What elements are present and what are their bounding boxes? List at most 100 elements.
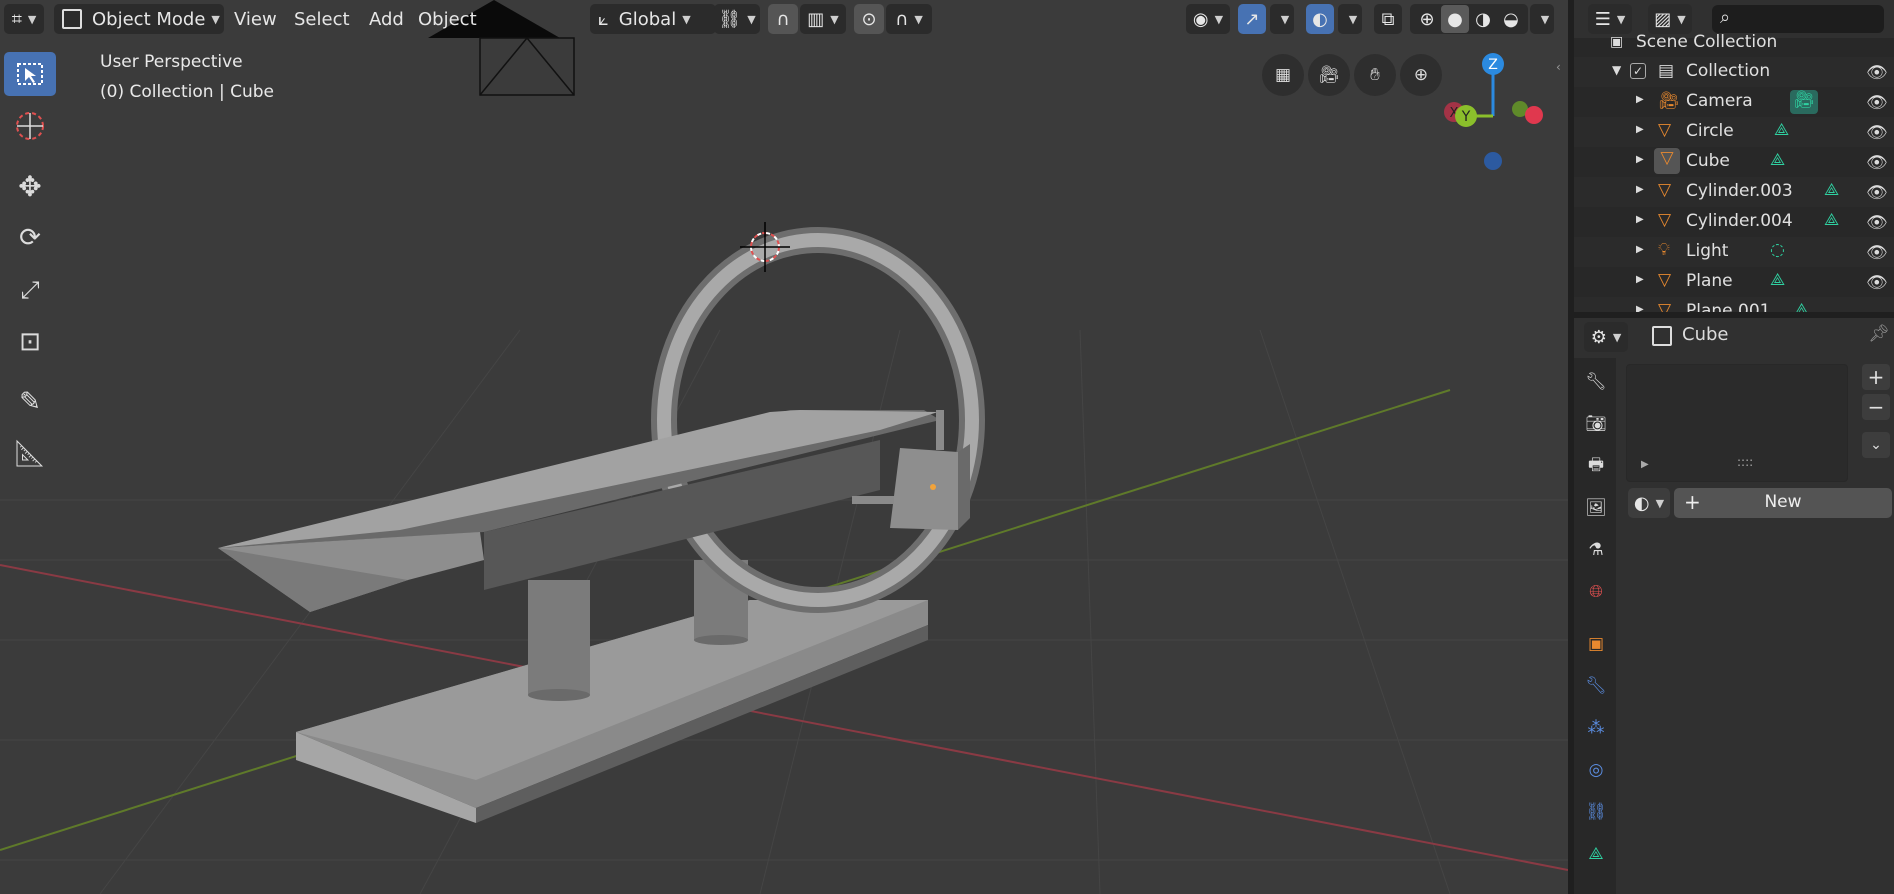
menu-select[interactable]: Select — [286, 4, 358, 34]
expand-triangle-icon[interactable]: ▶ — [1641, 459, 1649, 470]
tab-tool[interactable]: 🔧︎ — [1578, 364, 1614, 400]
shading-dropdown[interactable]: ▼ — [1530, 4, 1554, 34]
tab-data[interactable]: ⟁ — [1578, 836, 1614, 872]
gizmo-toggle[interactable]: ↗ — [1238, 4, 1266, 34]
eye-icon[interactable]: 👁︎ — [1866, 213, 1888, 233]
outliner-item-cylinder-003[interactable]: ▶ ▽ Cylinder.003 ⟁ 👁︎ — [1574, 177, 1894, 207]
outliner-scene-collection[interactable]: ▣ Scene Collection — [1574, 30, 1894, 60]
eye-icon[interactable]: 👁︎ — [1866, 123, 1888, 143]
tab-view-layer[interactable]: 🖼︎ — [1578, 490, 1614, 526]
tab-object[interactable]: ▣ — [1578, 626, 1614, 662]
pivot-point-button[interactable]: ⛓ ▼ — [714, 4, 760, 34]
move-tool[interactable]: ✥ — [4, 164, 56, 208]
outliner-icon: ☰ — [1594, 8, 1611, 30]
gizmo-dropdown[interactable]: ▼ — [1270, 4, 1294, 34]
mesh-data-icon[interactable]: ⟁ — [1774, 120, 1789, 140]
snap-target-button[interactable]: ▥ ▼ — [800, 4, 846, 34]
outliner-item-circle[interactable]: ▶ ▽ Circle ⟁ 👁︎ — [1574, 117, 1894, 147]
camera-view-button[interactable]: 🎥︎ — [1308, 54, 1350, 96]
scale-tool[interactable]: ⤢ — [4, 268, 56, 312]
annotate-tool[interactable]: ✎ — [4, 380, 56, 424]
tab-render[interactable]: 📷︎ — [1578, 406, 1614, 442]
new-material-button[interactable]: + New — [1674, 488, 1892, 518]
tab-particles[interactable]: ⁂ — [1578, 710, 1614, 746]
navigation-gizmo[interactable]: Z X Y — [1430, 46, 1560, 176]
disclosure-closed-icon[interactable]: ▶ — [1636, 184, 1644, 195]
add-slot-button[interactable]: + — [1862, 364, 1890, 390]
tab-output[interactable]: 🖶︎ — [1578, 448, 1614, 484]
editor-type-button[interactable]: ⌗ ▼ — [4, 4, 44, 34]
tab-world[interactable]: 🌐︎ — [1578, 574, 1614, 610]
outliner-item-light[interactable]: ▶ 💡︎ Light ◌ 👁︎ — [1574, 237, 1894, 267]
cursor-tool[interactable] — [4, 104, 56, 148]
proportional-edit-toggle[interactable]: ⊙ — [854, 4, 884, 34]
material-shading-icon[interactable]: ◑ — [1469, 9, 1497, 30]
camera-data-icon[interactable]: 🎥︎ — [1790, 90, 1818, 114]
eye-icon[interactable]: 👁︎ — [1866, 153, 1888, 173]
disclosure-closed-icon[interactable]: ▶ — [1636, 124, 1644, 135]
eye-icon[interactable]: 👁︎ — [1866, 183, 1888, 203]
sidebar-toggle-icon[interactable]: ‹ — [1556, 60, 1561, 74]
mesh-data-icon[interactable]: ⟁ — [1770, 150, 1785, 170]
tab-modifiers[interactable]: 🔧︎ — [1578, 668, 1614, 704]
disclosure-open-icon[interactable]: ▼ — [1612, 63, 1621, 77]
disclosure-closed-icon[interactable]: ▶ — [1636, 304, 1644, 312]
outliner-search-input[interactable]: ⌕ — [1712, 5, 1884, 33]
pan-view-button[interactable]: ✋︎ — [1354, 54, 1396, 96]
outliner-item-plane-001[interactable]: ▶ ▽ Plane.001 ⟁ — [1574, 297, 1894, 312]
rendered-shading-icon[interactable]: ◒ — [1497, 9, 1525, 30]
mesh-data-icon[interactable]: ⟁ — [1770, 270, 1785, 290]
remove-slot-button[interactable]: − — [1862, 394, 1890, 420]
wireframe-shading-icon[interactable]: ⊕ — [1413, 9, 1441, 30]
tab-scene[interactable]: ⚗ — [1578, 532, 1614, 568]
eye-icon[interactable]: 👁︎ — [1866, 243, 1888, 263]
mesh-data-icon[interactable]: ⟁ — [1824, 180, 1839, 200]
menu-add[interactable]: Add — [361, 4, 412, 34]
disclosure-closed-icon[interactable]: ▶ — [1636, 214, 1644, 225]
eye-icon[interactable]: 👁︎ — [1866, 273, 1888, 293]
display-mode-icon: ▨ — [1654, 8, 1672, 30]
mesh-data-icon[interactable]: ⟁ — [1824, 210, 1839, 230]
eye-icon[interactable]: 👁︎ — [1866, 93, 1888, 113]
visibility-button[interactable]: ◉ ▼ — [1186, 4, 1230, 34]
outliner-item-plane[interactable]: ▶ ▽ Plane ⟁ 👁︎ — [1574, 267, 1894, 297]
xray-toggle[interactable]: ⧉ — [1374, 4, 1402, 34]
resize-handle[interactable]: :::: — [1737, 455, 1753, 469]
solid-shading-icon[interactable]: ● — [1441, 5, 1469, 33]
checkbox-icon[interactable]: ✓ — [1630, 63, 1646, 79]
disclosure-closed-icon[interactable]: ▶ — [1636, 154, 1644, 165]
disclosure-closed-icon[interactable]: ▶ — [1636, 244, 1644, 255]
overlays-dropdown[interactable]: ▼ — [1338, 4, 1362, 34]
3d-viewport[interactable]: ⌗ ▼ Object Mode ▼ View Select Add Object … — [0, 0, 1568, 894]
overlays-toggle[interactable]: ◐ — [1306, 4, 1334, 34]
toggle-view-grid-button[interactable]: ▦ — [1262, 54, 1304, 96]
properties-editor-type-button[interactable]: ⚙ ▼ — [1584, 322, 1628, 352]
orientation-dropdown[interactable]: ⟀ Global ▼ — [590, 4, 716, 34]
disclosure-closed-icon[interactable]: ▶ — [1636, 94, 1644, 105]
outliner-item-cube[interactable]: ▶ ▽ Cube ⟁ 👁︎ — [1574, 147, 1894, 177]
scene-canvas[interactable] — [0, 0, 1568, 894]
disclosure-closed-icon[interactable]: ▶ — [1636, 274, 1644, 285]
eye-icon[interactable]: 👁︎ — [1866, 63, 1888, 83]
menu-view[interactable]: View — [226, 4, 285, 34]
mode-dropdown[interactable]: Object Mode ▼ — [54, 4, 224, 34]
outliner-item-cylinder-004[interactable]: ▶ ▽ Cylinder.004 ⟁ 👁︎ — [1574, 207, 1894, 237]
slot-specials-button[interactable]: ⌄ — [1862, 432, 1890, 458]
material-slot-list[interactable]: ▶ :::: — [1626, 364, 1848, 482]
falloff-button[interactable]: ∩ ▼ — [886, 4, 932, 34]
menu-object[interactable]: Object — [410, 4, 485, 34]
tab-physics[interactable]: ◎ — [1578, 752, 1614, 788]
measure-tool[interactable]: 📐︎ — [4, 432, 56, 476]
browse-material-button[interactable]: ◐ ▼ — [1628, 488, 1670, 518]
rotate-tool[interactable]: ⟳ — [4, 216, 56, 260]
tab-constraints[interactable]: ⛓ — [1578, 794, 1614, 830]
mesh-data-icon: ⟁ — [1588, 844, 1604, 864]
snap-toggle[interactable]: ∩ — [768, 4, 798, 34]
outliner-item-camera[interactable]: ▶ 🎥︎ Camera 🎥︎ 👁︎ — [1574, 87, 1894, 117]
mesh-data-icon[interactable]: ⟁ — [1794, 300, 1809, 312]
light-data-icon[interactable]: ◌ — [1770, 240, 1785, 260]
outliner-collection-row[interactable]: ▼ ✓ ▤ Collection 👁︎ — [1574, 57, 1894, 87]
pin-icon[interactable]: 📌︎ — [1868, 324, 1890, 344]
transform-tool[interactable]: ⊡ — [4, 320, 56, 364]
select-box-tool[interactable] — [4, 52, 56, 96]
